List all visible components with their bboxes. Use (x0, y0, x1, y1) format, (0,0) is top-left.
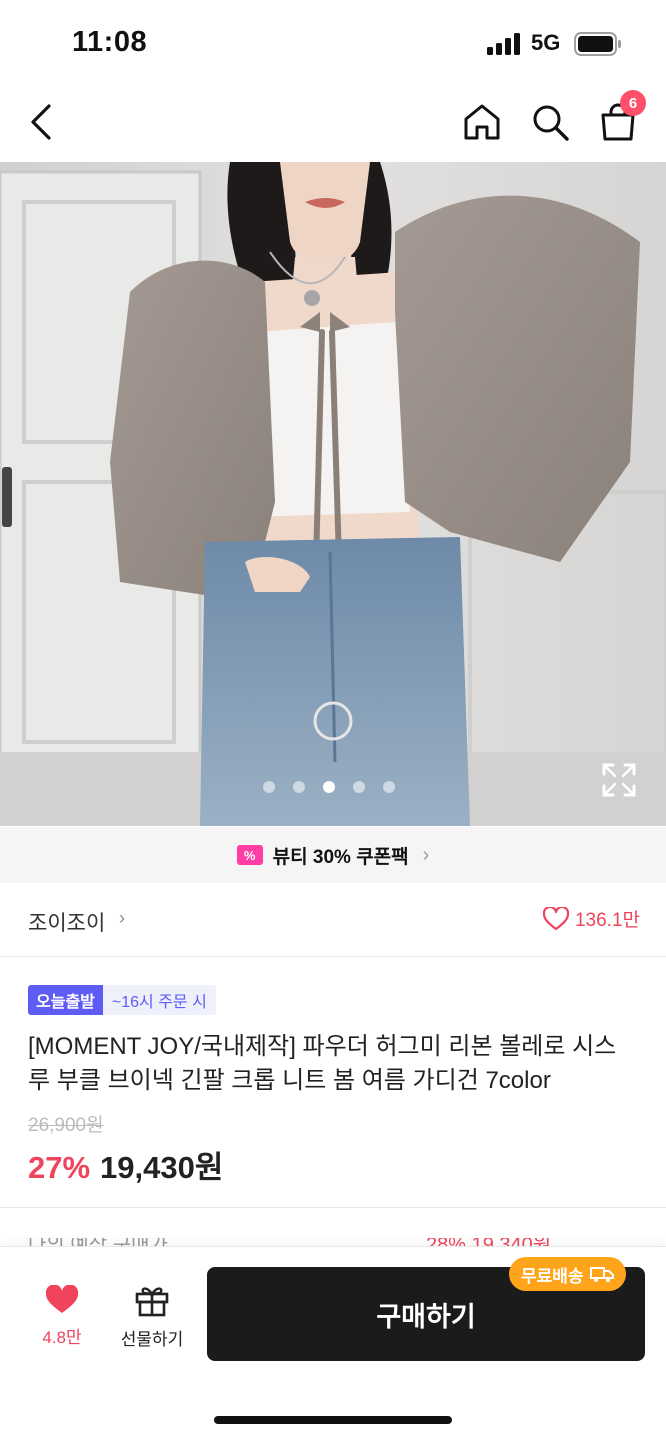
cart-button[interactable]: 6 (594, 90, 646, 146)
shop-row: 조이조이 › 136.1만 (0, 883, 666, 957)
product-image-gallery[interactable] (0, 162, 666, 826)
product-title: [MOMENT JOY/국내제작] 파우더 허그미 리본 볼레로 시스루 부클 … (28, 1033, 617, 1094)
wishlist-button[interactable]: 4.8만 (30, 1285, 94, 1355)
shop-like-button[interactable]: 136.1만 (542, 905, 640, 932)
order-cutoff-badge: ~16시 주문 시 (102, 985, 216, 1015)
battery-icon (574, 32, 621, 56)
gift-button[interactable]: 선물하기 (112, 1283, 192, 1353)
coupon-ticket-icon: % (236, 845, 263, 865)
sale-price: 19,430원 (100, 1150, 224, 1185)
coupon-banner[interactable]: % 뷰티 30% 쿠폰팩 › (0, 827, 666, 883)
gallery-dot[interactable] (263, 781, 275, 793)
signal-icon (487, 33, 520, 55)
today-ship-badge: 오늘출발 (28, 985, 103, 1015)
free-shipping-label: 무료배송 (521, 1266, 584, 1286)
home-indicator (214, 1416, 452, 1424)
original-price: 26,900원 (28, 1115, 104, 1136)
gallery-dot-active[interactable] (323, 781, 335, 793)
shop-like-count: 136.1만 (574, 910, 640, 931)
search-button[interactable] (526, 98, 574, 146)
free-shipping-badge: 무료배송 (509, 1257, 626, 1291)
expand-icon[interactable] (600, 761, 638, 799)
gallery-dot[interactable] (293, 781, 305, 793)
top-nav: 6 (0, 88, 666, 162)
home-icon (464, 104, 500, 140)
search-icon (533, 105, 569, 141)
discount-rate: 27% (28, 1150, 91, 1185)
price-row: 27% 19,430원 (28, 1142, 223, 1187)
delivery-badges: 오늘출발 ~16시 주문 시 (28, 985, 216, 1015)
product-photo (0, 162, 666, 826)
heart-filled-icon (45, 1285, 79, 1313)
gift-label: 선물하기 (120, 1330, 184, 1349)
cart-count-badge: 6 (620, 90, 646, 116)
chevron-right-icon: › (119, 908, 125, 928)
home-button[interactable] (458, 98, 506, 146)
gallery-dot[interactable] (383, 781, 395, 793)
heart-outline-icon (542, 906, 569, 930)
truck-icon (589, 1267, 614, 1282)
status-bar: 11:08 5G (0, 0, 666, 88)
wishlist-count: 4.8만 (42, 1328, 82, 1347)
chevron-right-icon: › (422, 843, 430, 866)
gallery-pagination (263, 781, 395, 793)
gallery-dot[interactable] (353, 781, 365, 793)
divider (0, 1207, 666, 1208)
status-time: 11:08 (72, 26, 148, 58)
shop-name-link[interactable]: 조이조이 (28, 907, 105, 937)
bottom-action-bar: 4.8만 선물하기 구매하기 무료배송 (0, 1246, 666, 1440)
back-button[interactable] (18, 98, 66, 146)
coupon-text: 뷰티 30% 쿠폰팩 (272, 846, 409, 868)
gift-icon (135, 1287, 169, 1317)
network-label: 5G (531, 30, 561, 55)
chevron-left-icon (31, 104, 51, 140)
